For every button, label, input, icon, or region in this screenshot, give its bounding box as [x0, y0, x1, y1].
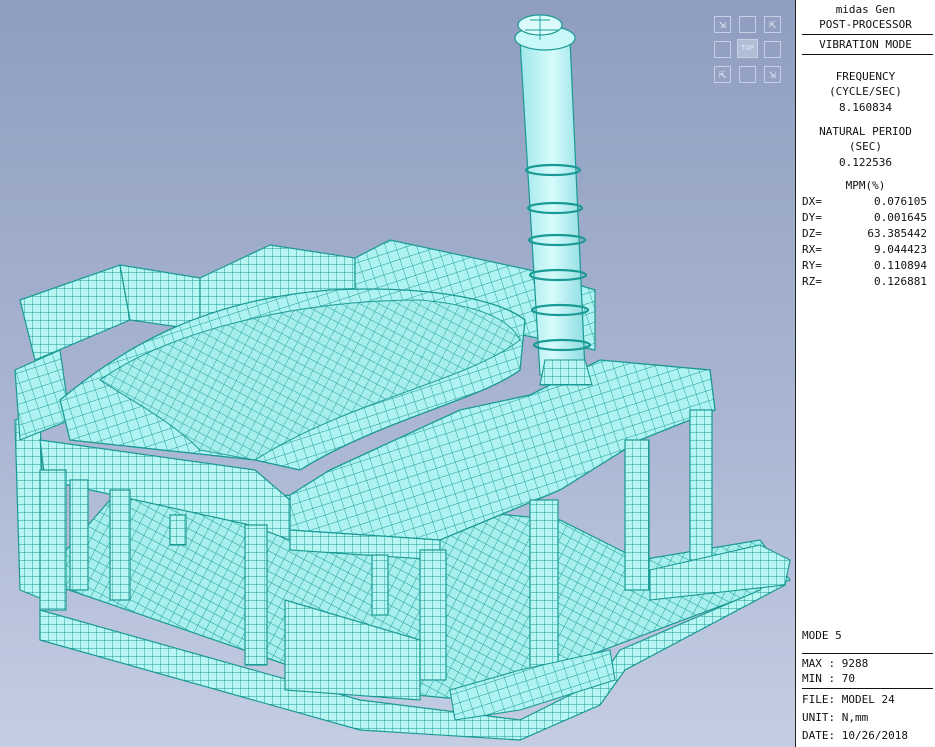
view-east-icon[interactable] — [764, 41, 781, 58]
divider — [802, 653, 933, 654]
divider — [802, 688, 933, 689]
mpm-row-dy: DY= 0.001645 — [802, 210, 927, 225]
mpm-value: 9.044423 — [874, 243, 927, 256]
unit-label: UNIT: N,mm — [802, 711, 869, 724]
date-label: DATE: 10/26/2018 — [802, 729, 908, 742]
view-top-button[interactable]: TOP — [737, 39, 758, 58]
column — [371, 554, 389, 616]
back-wall-1 — [119, 264, 201, 331]
left-upper-wall — [19, 264, 131, 361]
column — [244, 524, 268, 666]
column — [624, 439, 650, 591]
mpm-key: RX= — [802, 243, 822, 256]
post-processor-label: POST-PROCESSOR — [819, 18, 912, 31]
view-west-icon[interactable] — [714, 41, 731, 58]
fe-mesh-model[interactable] — [0, 0, 795, 747]
mpm-value: 63.385442 — [867, 227, 927, 240]
column — [419, 549, 447, 681]
mpm-row-ry: RY= 0.110894 — [802, 258, 927, 273]
app-name: midas Gen — [835, 3, 896, 16]
column — [689, 409, 713, 561]
mpm-label: MPM(%) — [845, 179, 886, 192]
file-name: FILE: MODEL 24 — [802, 693, 895, 706]
mpm-value: 0.001645 — [874, 211, 927, 224]
period-value: 0.122536 — [839, 156, 892, 169]
divider — [802, 54, 933, 55]
column — [39, 469, 67, 611]
mpm-value: 0.126881 — [874, 275, 927, 288]
max-value: MAX : 9288 — [802, 657, 869, 670]
mpm-key: RY= — [802, 259, 822, 272]
mpm-row-dz: DZ= 63.385442 — [802, 226, 927, 241]
mpm-row-rx: RX= 9.044423 — [802, 242, 927, 257]
frequency-value: 8.160834 — [839, 101, 892, 114]
analysis-mode-title: VIBRATION MODE — [819, 38, 912, 51]
min-value: MIN : 70 — [802, 672, 855, 685]
mpm-value: 0.110894 — [874, 259, 927, 272]
column — [109, 489, 131, 601]
view-south-icon[interactable] — [739, 66, 756, 83]
frequency-label: FREQUENCY — [835, 70, 896, 83]
view-north-icon[interactable] — [739, 16, 756, 33]
mode-number: MODE 5 — [802, 629, 842, 642]
result-info-panel: midas Gen POST-PROCESSOR VIBRATION MODE … — [795, 0, 935, 747]
view-sw-arrow-icon[interactable]: ⇱ — [714, 66, 731, 83]
column — [529, 499, 559, 671]
view-ne-arrow-icon[interactable]: ⇱ — [764, 16, 781, 33]
view-se-arrow-icon[interactable]: ⇲ — [764, 66, 781, 83]
view-cube[interactable]: ⇲ ⇱ ⇱ ⇲ TOP — [710, 12, 785, 87]
model-viewport[interactable]: ⇲ ⇱ ⇱ ⇲ TOP — [0, 0, 795, 747]
mpm-value: 0.076105 — [874, 195, 927, 208]
mpm-key: DY= — [802, 211, 822, 224]
mpm-key: DZ= — [802, 227, 822, 240]
period-unit: (SEC) — [848, 140, 883, 153]
column — [69, 479, 89, 591]
left-block — [14, 349, 71, 441]
mpm-row-rz: RZ= 0.126881 — [802, 274, 927, 289]
column — [169, 514, 187, 546]
mpm-key: RZ= — [802, 275, 822, 288]
period-label: NATURAL PERIOD — [819, 125, 912, 138]
mpm-row-dx: DX= 0.076105 — [802, 194, 927, 209]
frequency-unit: (CYCLE/SEC) — [829, 85, 902, 98]
view-nw-arrow-icon[interactable]: ⇲ — [714, 16, 731, 33]
mpm-key: DX= — [802, 195, 822, 208]
divider — [802, 34, 933, 35]
